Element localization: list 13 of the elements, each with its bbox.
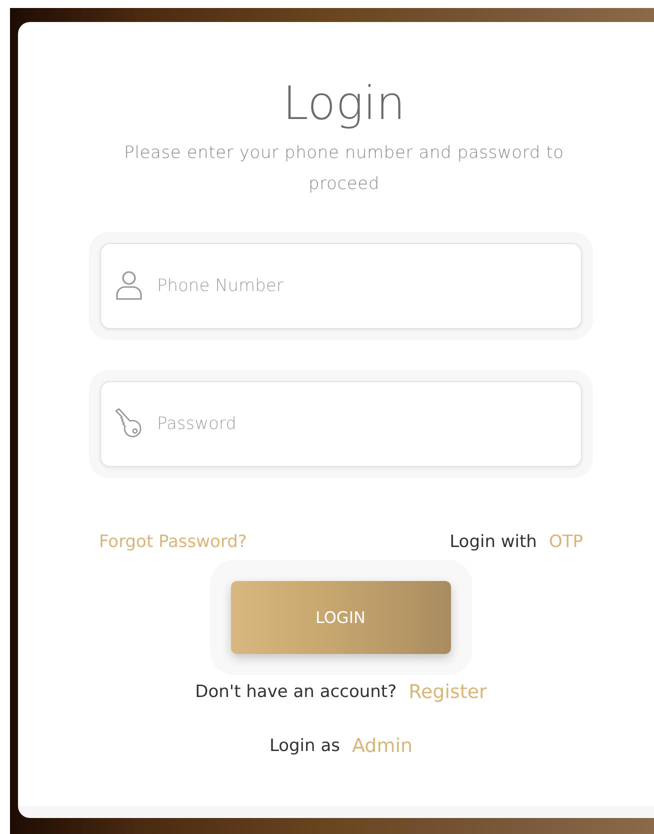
user-icon <box>113 270 145 302</box>
admin-prompt: Login as <box>269 736 340 756</box>
admin-link[interactable]: Admin <box>352 735 413 757</box>
login-button[interactable]: LOGIN <box>230 581 450 654</box>
register-link[interactable]: Register <box>408 681 487 703</box>
forgot-password-link[interactable]: Forgot Password? <box>99 532 247 552</box>
password-field[interactable]: Password <box>157 414 569 434</box>
otp-prompt: Login with <box>450 532 537 552</box>
otp-link[interactable]: OTP <box>548 532 583 552</box>
phone-number-field[interactable]: Phone Number <box>157 276 569 296</box>
instruction-text: Please enter your phone number and password to proceed <box>123 142 565 196</box>
login-title: Login <box>282 75 406 132</box>
register-prompt: Don't have an account? <box>195 682 397 702</box>
